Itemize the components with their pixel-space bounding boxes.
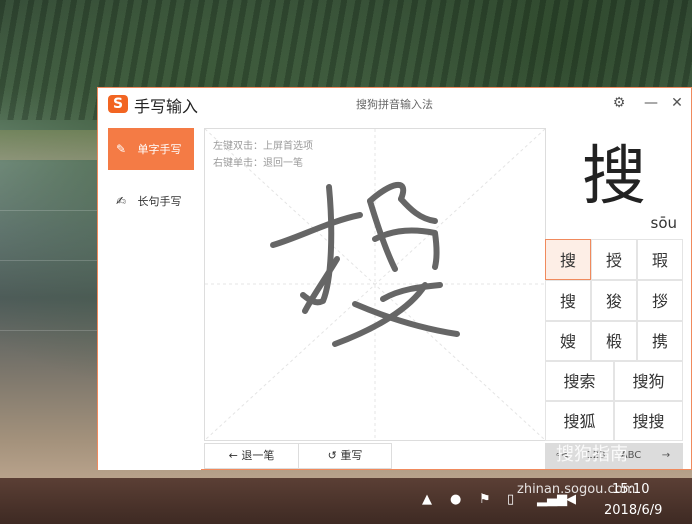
network-icon[interactable]: ▂▄▆	[537, 492, 567, 507]
enter-key[interactable]: →	[649, 443, 683, 469]
preview-pinyin: sōu	[650, 214, 678, 232]
handwriting-canvas[interactable]: 左键双击：上屏首选项 右键单击：退回一笔	[204, 128, 546, 441]
sidebar-item-single-char[interactable]: ✎ 单字手写	[108, 128, 194, 170]
preview-panel: 搜 sōu	[545, 128, 683, 239]
pen-icon: ✎	[116, 142, 127, 156]
taskbar-time[interactable]: 15:10	[612, 482, 649, 497]
scribble-icon: ✍	[116, 194, 127, 208]
undo-stroke-button[interactable]: ← 退一笔	[205, 444, 299, 468]
qq-icon[interactable]: ●	[450, 492, 461, 507]
close-button[interactable]: ✕	[667, 93, 687, 113]
water-ripple	[0, 210, 100, 211]
candidate-grid: 搜 授 瑕 搜 狻 拶 嫂 椴 携 搜索 搜狗 搜狐 搜搜	[545, 239, 683, 441]
sidebar-item-label: 长句手写	[137, 195, 182, 208]
canvas-actions-bar: ← 退一笔 ↺ 重写	[204, 443, 392, 469]
candidate-word-cell[interactable]: 搜索	[545, 361, 614, 401]
ink-strokes	[205, 129, 545, 440]
show-hidden-icons-icon[interactable]: ▲	[422, 492, 432, 507]
mode-sidebar: ✎ 单字手写 ✍ 长句手写	[98, 120, 201, 470]
settings-gear-icon[interactable]: ⚙	[609, 93, 629, 113]
preview-character: 搜	[582, 140, 646, 214]
flag-icon[interactable]: ⚑	[479, 492, 491, 507]
candidate-cell[interactable]: 瑕	[637, 239, 683, 280]
candidate-word-cell[interactable]: 搜狐	[545, 401, 614, 441]
candidate-cell[interactable]: 授	[591, 239, 637, 280]
water-ripple	[0, 260, 100, 261]
water-ripple	[0, 330, 100, 331]
candidate-word-cell[interactable]: 搜狗	[614, 361, 683, 401]
candidate-cell[interactable]: 嫂	[545, 321, 591, 361]
minimize-button[interactable]: —	[641, 93, 661, 113]
volume-icon[interactable]: ◀	[566, 492, 576, 507]
candidate-cell[interactable]: 搜	[545, 280, 591, 321]
title-bar[interactable]: S 手写输入 搜狗拼音输入法 ⚙ — ✕	[98, 88, 691, 120]
battery-icon[interactable]: ▯	[507, 492, 514, 507]
candidate-cell[interactable]: 椴	[591, 321, 637, 361]
candidate-word-cell[interactable]: 搜搜	[614, 401, 683, 441]
candidate-cell[interactable]: 拶	[637, 280, 683, 321]
rewrite-button[interactable]: ↺ 重写	[299, 444, 391, 468]
candidate-cell[interactable]: 狻	[591, 280, 637, 321]
watermark-text: 搜狗指南	[556, 444, 628, 465]
sidebar-item-sentence[interactable]: ✍ 长句手写	[108, 180, 194, 222]
handwriting-window: S 手写输入 搜狗拼音输入法 ⚙ — ✕ ✎ 单字手写 ✍ 长句手写 左键双击：…	[97, 87, 692, 470]
window-caption: 搜狗拼音输入法	[356, 98, 433, 111]
taskbar-date[interactable]: 2018/6/9	[604, 503, 662, 518]
candidate-cell[interactable]: 搜	[545, 239, 591, 280]
candidate-cell[interactable]: 携	[637, 321, 683, 361]
sidebar-item-label: 单字手写	[137, 143, 182, 156]
